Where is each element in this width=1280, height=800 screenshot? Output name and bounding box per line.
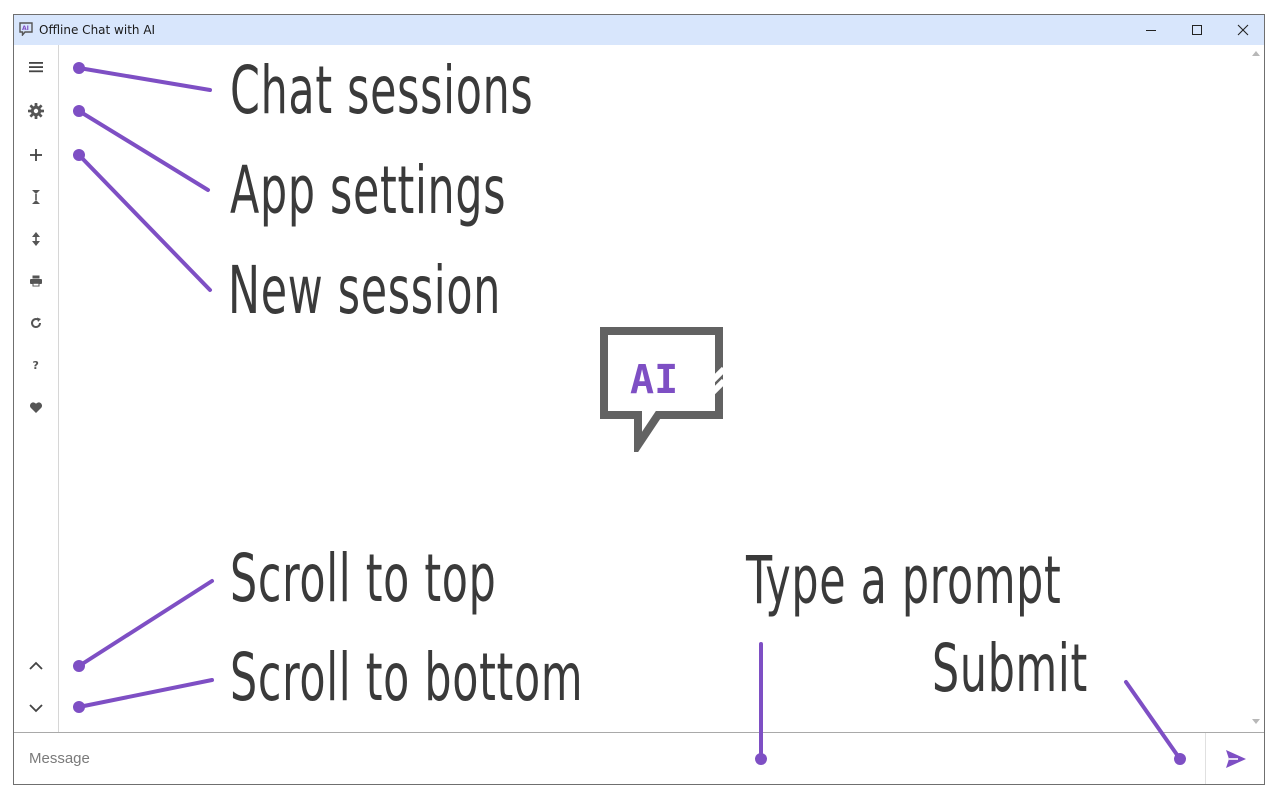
settings-button[interactable]	[20, 95, 52, 127]
help-icon: ?	[33, 359, 39, 372]
plus-icon	[30, 149, 42, 161]
svg-text:?: ?	[33, 359, 39, 372]
refresh-button[interactable]	[20, 307, 52, 339]
chevron-down-icon	[29, 704, 43, 713]
svg-text:AI: AI	[22, 25, 29, 32]
app-logo-icon: AI	[19, 22, 33, 37]
annotation-type-a-prompt: Type a prompt	[746, 542, 1062, 619]
ai-logo-text: AI	[630, 357, 678, 403]
input-bar	[14, 732, 1264, 784]
expand-icon	[32, 232, 40, 246]
collapse-icon	[32, 190, 40, 204]
expand-all-button[interactable]	[20, 223, 52, 255]
annotation-chat-sessions: Chat sessions	[230, 52, 534, 129]
annotation-scroll-to-top: Scroll to top	[230, 540, 497, 617]
close-icon	[1237, 24, 1249, 36]
scroll-down-arrow[interactable]	[1252, 719, 1260, 724]
chat-scrollbar[interactable]	[1247, 45, 1264, 732]
scroll-to-top-button[interactable]	[20, 650, 52, 682]
new-session-button[interactable]	[20, 139, 52, 171]
window-title: Offline Chat with AI	[39, 23, 156, 37]
message-input[interactable]	[14, 733, 1204, 784]
help-button[interactable]: ?	[20, 349, 52, 381]
donate-button[interactable]	[20, 391, 52, 423]
annotation-new-session: New session	[228, 252, 502, 329]
annotation-submit: Submit	[932, 630, 1089, 707]
annotation-app-settings: App settings	[230, 152, 507, 229]
title-bar: AI Offline Chat with AI	[14, 15, 1264, 45]
maximize-icon	[1192, 25, 1202, 35]
close-button[interactable]	[1220, 15, 1266, 45]
refresh-icon	[31, 317, 42, 329]
minimize-button[interactable]	[1128, 15, 1174, 45]
maximize-button[interactable]	[1174, 15, 1220, 45]
chevron-up-icon	[29, 661, 43, 670]
chat-sessions-button[interactable]	[20, 51, 52, 83]
printer-icon	[30, 275, 42, 287]
print-button[interactable]	[20, 265, 52, 297]
annotation-scroll-to-bottom: Scroll to bottom	[230, 639, 584, 716]
collapse-all-button[interactable]	[20, 181, 52, 213]
ai-logo: AI	[600, 327, 727, 459]
heart-icon	[29, 401, 43, 413]
scroll-to-bottom-button[interactable]	[20, 692, 52, 724]
scroll-up-arrow[interactable]	[1252, 51, 1260, 56]
menu-icon	[29, 62, 43, 73]
send-button[interactable]	[1205, 733, 1265, 784]
gear-icon	[28, 103, 44, 119]
minimize-icon	[1146, 30, 1156, 31]
send-icon	[1225, 749, 1246, 768]
sidebar: ?	[14, 45, 59, 732]
